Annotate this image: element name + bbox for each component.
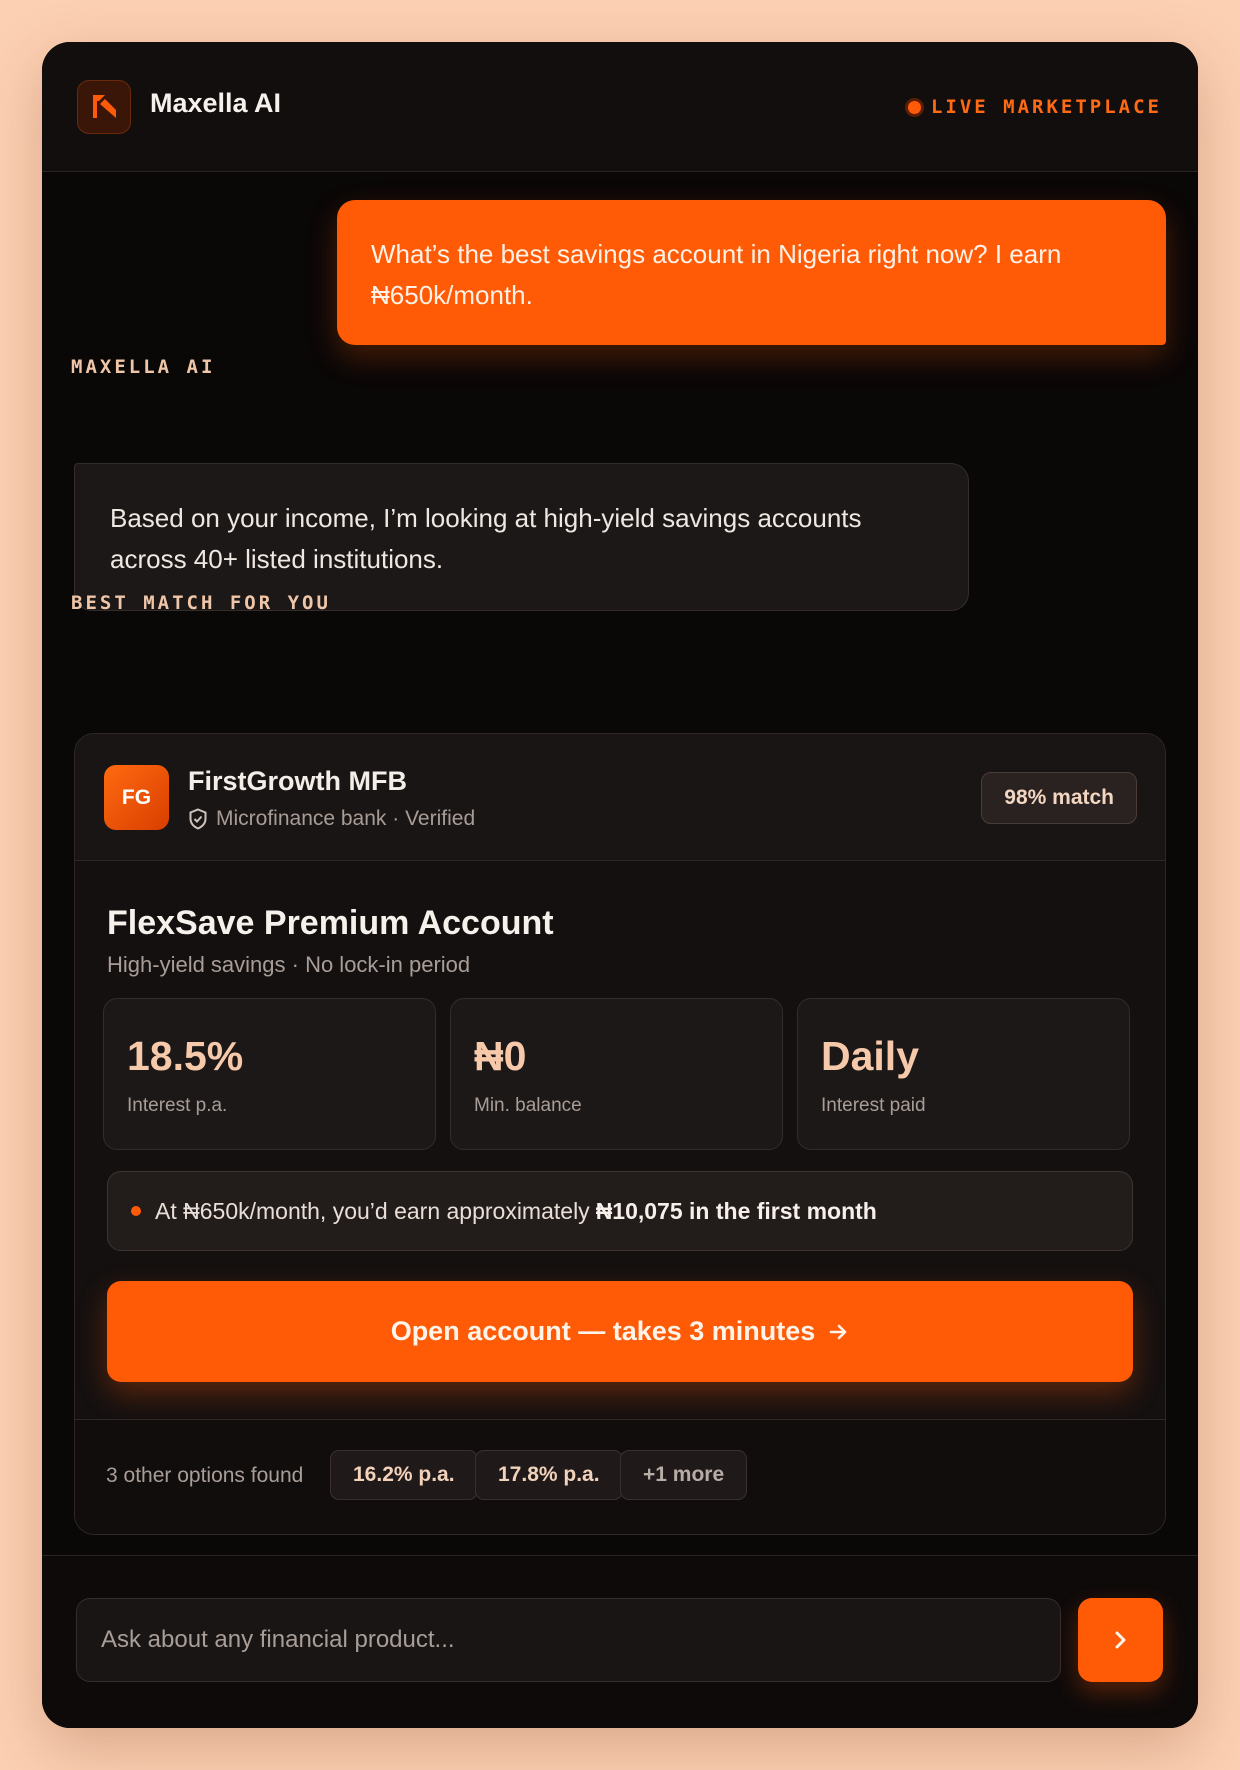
shield-check-icon [189, 808, 207, 830]
more-options-chip[interactable]: +1 more [620, 1450, 748, 1500]
assistant-message-bubble: Based on your income, I’m looking at hig… [74, 463, 969, 611]
app-header: Maxella AI LIVE MARKETPLACE [42, 42, 1198, 172]
assistant-label: MAXELLA AI [71, 356, 216, 378]
send-button[interactable] [1078, 1598, 1163, 1682]
composer [42, 1555, 1198, 1728]
live-status-label: LIVE MARKETPLACE [930, 96, 1162, 118]
maxella-logo-icon [93, 95, 116, 118]
stat-label: Interest paid [821, 1095, 926, 1116]
match-score-badge: 98% match [981, 772, 1137, 824]
open-account-button[interactable]: Open account — takes 3 minutes [107, 1281, 1133, 1382]
stat-value: 18.5% [127, 1033, 244, 1079]
stat-label: Min. balance [474, 1095, 582, 1116]
chevron-right-icon [1115, 1631, 1125, 1649]
bullet-dot-icon [131, 1206, 141, 1216]
arrow-right-icon [830, 1324, 847, 1339]
stat-interest-rate: 18.5% Interest p.a. [103, 998, 436, 1150]
earnings-prefix: At ₦650k/month, you’d earn approximately [155, 1197, 590, 1224]
other-options-label: 3 other options found [106, 1464, 304, 1487]
live-dot-icon [907, 100, 921, 114]
stat-interest-frequency: Daily Interest paid [797, 998, 1130, 1150]
earnings-highlight: ₦10,075 in the first month [595, 1197, 877, 1224]
stat-label: Interest p.a. [127, 1095, 228, 1116]
product-title: FlexSave Premium Account [107, 904, 554, 942]
app-title: Maxella AI [150, 88, 282, 118]
institution-subtitle-row: Microfinance bank · Verified [188, 807, 475, 831]
other-options-row: 3 other options found 16.2% p.a. 17.8% p… [75, 1419, 1165, 1534]
institution-subtitle: Microfinance bank · Verified [216, 807, 476, 830]
stat-min-balance: ₦0 Min. balance [450, 998, 783, 1150]
best-match-label: BEST MATCH FOR YOU [71, 592, 331, 614]
stat-value: Daily [821, 1033, 919, 1079]
chat-input[interactable] [76, 1598, 1061, 1682]
open-account-label: Open account — takes 3 minutes [390, 1316, 816, 1346]
live-status: LIVE MARKETPLACE [907, 96, 1162, 118]
best-match-card: FG FirstGrowth MFB Microfinance bank · V… [74, 733, 1166, 1535]
option-chip[interactable]: 17.8% p.a. [475, 1450, 623, 1500]
app-logo [77, 80, 131, 134]
option-chip[interactable]: 16.2% p.a. [330, 1450, 478, 1500]
stat-value: ₦0 [474, 1033, 527, 1079]
user-message-bubble: What’s the best savings account in Niger… [337, 200, 1166, 345]
institution-header: FG FirstGrowth MFB Microfinance bank · V… [75, 734, 1165, 861]
chat-window: Maxella AI LIVE MARKETPLACE What’s the b… [42, 42, 1198, 1728]
product-subtitle: High-yield savings · No lock-in period [107, 952, 471, 977]
institution-avatar: FG [104, 765, 169, 830]
earnings-estimate: At ₦650k/month, you’d earn approximately… [107, 1171, 1133, 1251]
institution-name: FirstGrowth MFB [188, 766, 407, 796]
